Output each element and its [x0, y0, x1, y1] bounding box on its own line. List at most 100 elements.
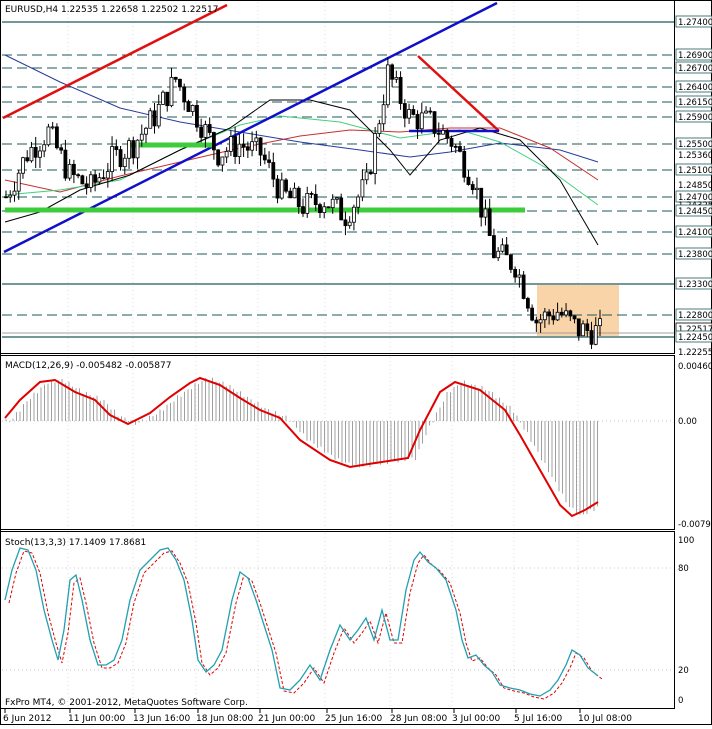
candle-body	[186, 101, 191, 112]
candle-body	[356, 196, 361, 208]
candle-body	[483, 208, 488, 218]
candle-body	[267, 159, 271, 163]
candle-body	[322, 206, 327, 214]
candle-body	[250, 141, 254, 151]
candle-body	[547, 311, 551, 317]
candle-body	[364, 171, 369, 181]
candle-body	[521, 274, 526, 299]
candle-body	[335, 197, 339, 200]
macd-header: MACD(12,26,9) -0.005482 -0.005877	[5, 361, 171, 371]
time-tick-label: 5 Jul 16:00	[514, 714, 563, 724]
candle-body	[466, 176, 471, 185]
candle-body	[441, 130, 445, 135]
candle-body	[330, 198, 335, 209]
candle-body	[131, 140, 136, 159]
candle-body	[169, 76, 174, 107]
candle-body	[50, 126, 55, 129]
candle-body	[254, 137, 259, 143]
candle-body	[118, 149, 123, 168]
time-tick-label: 21 Jun 00:00	[258, 714, 315, 724]
candle-body	[122, 157, 127, 168]
candle-body	[475, 187, 479, 191]
candle-body	[352, 206, 356, 223]
candle-body	[419, 112, 424, 130]
time-tick-label: 25 Jun 16:00	[325, 714, 382, 724]
candle-body	[216, 149, 221, 166]
candle-body	[296, 187, 301, 208]
candle-body	[394, 77, 399, 80]
candle-body	[343, 219, 348, 227]
candle-body	[517, 274, 522, 278]
candle-body	[432, 111, 437, 134]
candle-body	[377, 123, 382, 134]
candle-body	[262, 154, 267, 161]
candle-body	[555, 311, 560, 321]
candle-body	[211, 132, 216, 151]
candle-body	[559, 311, 564, 316]
candle-body	[165, 91, 170, 107]
candle-body	[458, 146, 462, 152]
candle-body	[46, 126, 51, 146]
price-tick-label: 1.26400	[678, 83, 712, 93]
copyright-text: FxPro MT4, © 2001-2012, MetaQuotes Softw…	[5, 698, 248, 708]
chart-window[interactable]: EURUSD,H4 1.22535 1.22658 1.22502 1.2251…	[0, 0, 712, 725]
candle-body	[71, 163, 76, 176]
candle-body	[245, 146, 250, 151]
candle-body	[16, 172, 21, 192]
price-tick-label: 1.25100	[678, 166, 712, 176]
stoch-tick-label: 100	[678, 536, 694, 546]
candle-body	[224, 150, 229, 158]
candle-body	[428, 110, 433, 113]
candle-body	[385, 64, 390, 106]
candle-body	[530, 307, 535, 321]
candle-body	[42, 144, 47, 152]
candle-body	[572, 315, 577, 320]
stoch-tick-label: 20	[678, 666, 689, 676]
candle-body	[203, 124, 208, 138]
candle-body	[368, 171, 373, 174]
candle-body	[190, 105, 195, 112]
candle-body	[63, 149, 68, 179]
time-tick-label: 28 Jun 08:00	[390, 714, 447, 724]
candle-body	[84, 183, 89, 188]
candle-body	[152, 110, 157, 127]
candle-body	[178, 78, 182, 88]
time-tick-label: 6 Jun 2012	[3, 714, 51, 724]
price-tick-label: 1.26150	[678, 98, 712, 108]
candle-body	[589, 330, 594, 345]
candle-body	[309, 193, 314, 195]
candle-body	[542, 311, 547, 321]
candle-body	[513, 268, 518, 278]
candle-body	[581, 323, 585, 337]
price-tick-label: 1.23800	[678, 250, 712, 260]
time-tick-label: 18 Jun 08:00	[196, 714, 253, 724]
candle-body	[148, 110, 153, 129]
candle-body	[534, 319, 539, 324]
candle-body	[462, 150, 467, 178]
candle-body	[284, 179, 288, 192]
time-tick-label: 13 Jun 16:00	[133, 714, 190, 724]
candle-body	[105, 171, 110, 179]
candle-body	[390, 64, 395, 80]
candle-body	[156, 103, 161, 127]
candle-body	[76, 174, 81, 177]
candle-body	[114, 146, 119, 151]
candle-body	[585, 323, 590, 331]
candle-body	[551, 315, 556, 321]
candle-body	[326, 206, 331, 209]
candle-body	[598, 318, 602, 327]
candle-body	[182, 86, 187, 102]
candle-body	[445, 130, 450, 139]
candle-body	[233, 136, 238, 157]
candle-body	[500, 244, 505, 252]
chart-canvas[interactable]: EURUSD,H4 1.22535 1.22658 1.22502 1.2251…	[0, 0, 712, 725]
time-tick-label: 3 Jul 00:00	[452, 714, 501, 724]
candle-body	[415, 114, 420, 130]
price-tick-label: 1.25900	[678, 113, 712, 123]
candle-body	[139, 133, 144, 141]
candle-body	[161, 91, 165, 105]
stoch-tick-label: 80	[678, 564, 689, 574]
candle-body	[38, 150, 42, 158]
candle-body	[279, 179, 284, 199]
candle-body	[80, 175, 85, 185]
